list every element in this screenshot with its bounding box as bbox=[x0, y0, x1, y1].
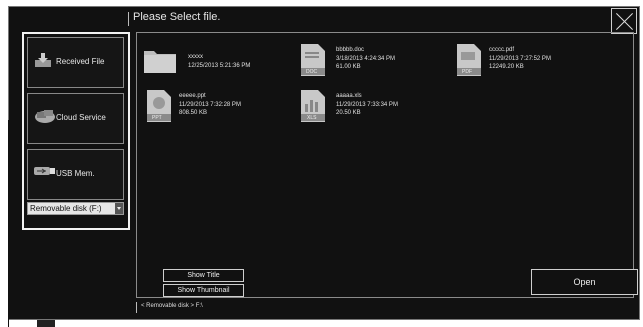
chevron-down-icon[interactable] bbox=[115, 203, 123, 214]
callout-line bbox=[8, 120, 9, 327]
file-size: 61.00 KB bbox=[336, 64, 361, 70]
usb-memory-button[interactable]: USB Mem. bbox=[27, 149, 124, 200]
file-name: eeeee.ppt bbox=[179, 93, 206, 99]
received-file-icon bbox=[34, 52, 52, 73]
title-marker bbox=[128, 12, 129, 26]
usb-memory-label: USB Mem. bbox=[56, 169, 95, 178]
file-name: ccccc.pdf bbox=[489, 47, 515, 53]
current-path: < Removable disk > F:\ bbox=[141, 303, 203, 309]
file-badge: XLS bbox=[307, 115, 317, 121]
file-badge: PPT bbox=[152, 115, 162, 121]
folder-icon bbox=[144, 47, 176, 79]
received-file-button[interactable]: Received File bbox=[27, 37, 124, 88]
received-file-label: Received File bbox=[56, 57, 105, 66]
file-size: 808.50 KB bbox=[179, 110, 208, 116]
file-date: 3/18/2013 4:24:34 PM bbox=[336, 55, 396, 62]
file-name: aaaaa.xls bbox=[336, 93, 362, 99]
close-button[interactable] bbox=[611, 8, 637, 34]
usb-icon bbox=[34, 164, 56, 182]
file-name: bbbbb.doc bbox=[336, 47, 365, 53]
file-date: 11/29/2013 7:33:34 PM bbox=[336, 101, 398, 108]
drive-select-value: Removable disk (F:) bbox=[30, 204, 102, 213]
page-title: Please Select file. bbox=[133, 11, 221, 23]
bottom-tab bbox=[37, 320, 55, 327]
callout-line bbox=[8, 120, 22, 121]
file-badge: DOC bbox=[306, 69, 318, 75]
cloud-service-label: Cloud Service bbox=[56, 113, 106, 122]
file-size: 20.50 KB bbox=[336, 110, 361, 116]
show-thumbnail-button[interactable]: Show Thumbnail bbox=[163, 284, 244, 297]
file-list-area bbox=[136, 32, 634, 298]
open-button[interactable]: Open bbox=[531, 269, 638, 295]
file-name: xxxxx bbox=[188, 54, 203, 60]
path-marker bbox=[136, 302, 137, 313]
file-badge: PDF bbox=[462, 69, 472, 75]
file-date: 12/25/2013 5:21:36 PM bbox=[188, 62, 251, 69]
show-title-button[interactable]: Show Title bbox=[163, 269, 244, 282]
cloud-service-button[interactable]: Cloud Service bbox=[27, 93, 124, 144]
file-date: 11/29/2013 7:27:52 PM bbox=[489, 55, 551, 62]
drive-select[interactable]: Removable disk (F:) bbox=[27, 202, 124, 215]
file-size: 12249.20 KB bbox=[489, 64, 524, 70]
file-date: 11/29/2013 7:32:28 PM bbox=[179, 101, 241, 108]
cloud-service-icon bbox=[34, 108, 56, 129]
